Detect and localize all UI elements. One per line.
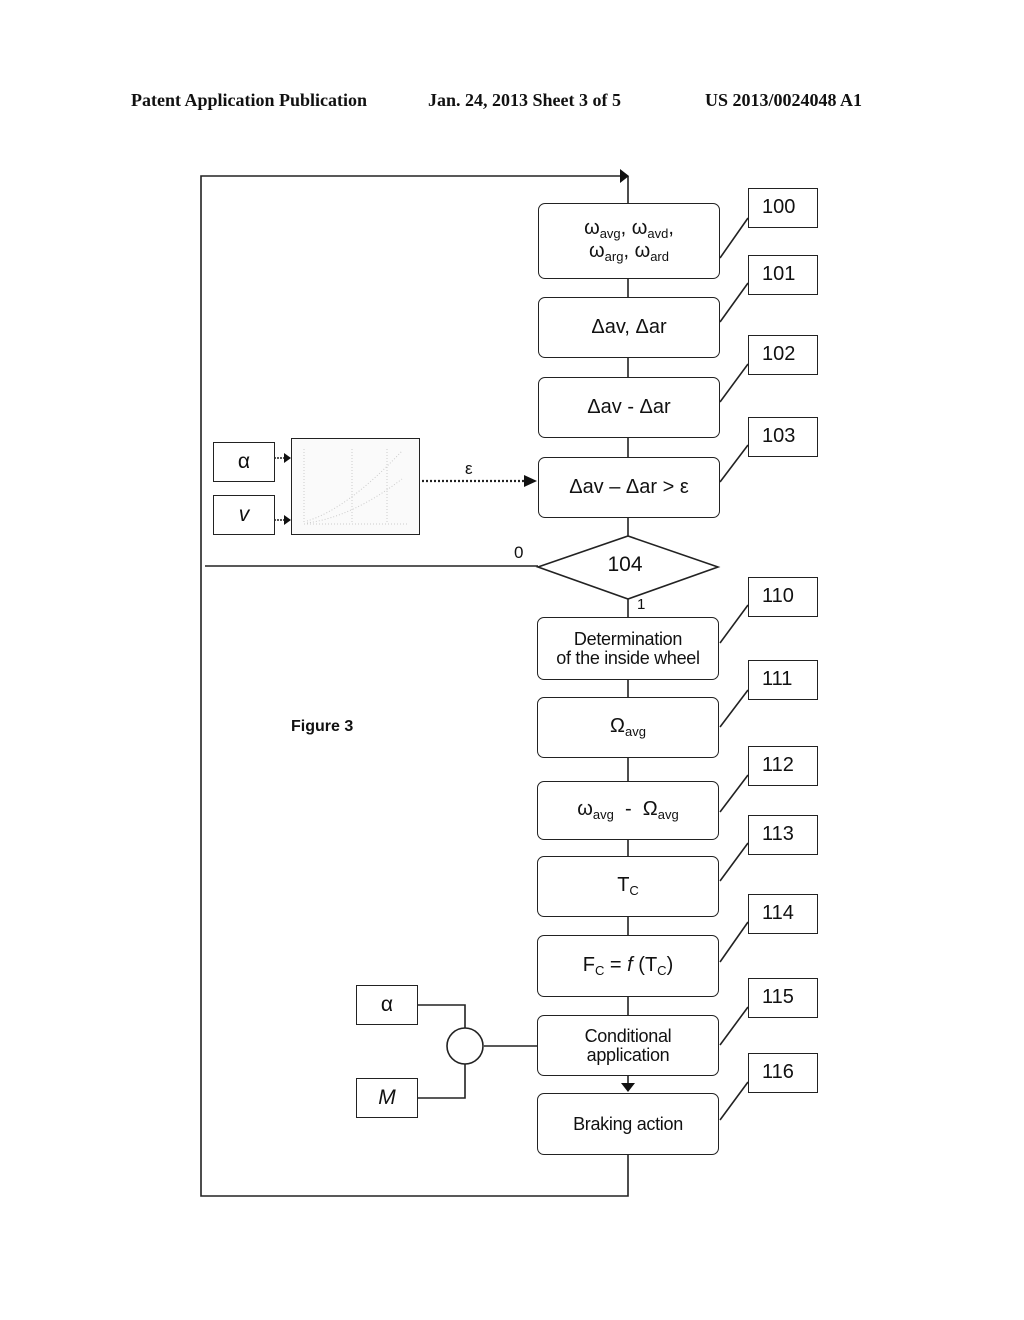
omega-symbol: ω	[584, 217, 600, 240]
map-sketch-icon	[303, 449, 407, 525]
step-115-line2: application	[586, 1044, 670, 1065]
step-116-braking-action: Braking action	[537, 1093, 719, 1155]
step-113-torque: TC	[537, 856, 719, 917]
step-114-force-function: FC = f (TC)	[537, 935, 719, 997]
omega-symbol: ω	[577, 798, 593, 821]
equals: =	[604, 953, 628, 976]
ref-101: 101	[748, 255, 818, 295]
sub-c: C	[629, 883, 639, 899]
step-115-conditional-application: Conditional application	[537, 1015, 719, 1076]
sub-avg: avg	[592, 807, 614, 823]
Omega-symbol: Ω	[610, 715, 625, 738]
threshold-map-graph	[291, 438, 420, 535]
ref-116: 116	[748, 1053, 818, 1093]
step-110-line2: of the inside wheel	[556, 647, 700, 668]
input-v-map: v	[213, 495, 275, 535]
step-115-line1: Conditional	[584, 1025, 672, 1046]
flow-connectors	[200, 169, 749, 1197]
ref-102: 102	[748, 335, 818, 375]
sub-ard: ard	[650, 249, 669, 264]
comma: ,	[620, 217, 627, 240]
step-102-delta-difference: Δav - Δar	[538, 377, 720, 438]
step-112-speed-difference: ωavg - Ωavg	[537, 781, 719, 840]
input-alpha-map: α	[213, 442, 275, 482]
step-101-deltas: Δav, Δar	[538, 297, 720, 358]
Omega-symbol: Ω	[642, 798, 658, 821]
omega-symbol: ω	[634, 240, 651, 262]
ref-115: 115	[748, 978, 818, 1018]
epsilon-label: ε	[465, 459, 473, 478]
ref-112: 112	[748, 746, 818, 786]
ref-100: 100	[748, 188, 818, 228]
figure-label: Figure 3	[291, 718, 354, 735]
T-symbol: T	[617, 874, 630, 897]
omega-symbol: ω	[589, 240, 605, 262]
T-symbol: T	[644, 953, 658, 976]
step-100-wheel-speeds: ωavg, ωavd, ωarg, ωard	[538, 203, 720, 279]
ref-111: 111	[748, 660, 818, 700]
ref-114: 114	[748, 894, 818, 934]
sub-arg: arg	[604, 249, 624, 264]
sub-c: C	[594, 962, 605, 978]
input-M-combine: M	[356, 1078, 418, 1118]
open-paren: (	[632, 953, 645, 976]
minus: -	[625, 798, 632, 821]
input-alpha-combine: α	[356, 985, 418, 1025]
sub-c: C	[657, 962, 667, 978]
close-paren: )	[666, 953, 674, 976]
sub-avg: avg	[624, 724, 646, 740]
sub-avd: avd	[647, 226, 669, 242]
ref-110: 110	[748, 577, 818, 617]
sub-avg: avg	[657, 807, 679, 823]
step-110-line1: Determination	[573, 628, 683, 649]
decision-104-label: 104	[607, 553, 643, 576]
comma: ,	[668, 217, 674, 240]
omega-symbol: ω	[631, 217, 648, 240]
step-110-inside-wheel: Determination of the inside wheel	[537, 617, 719, 680]
ref-103: 103	[748, 417, 818, 457]
branch-yes-label: 1	[637, 596, 646, 613]
F-symbol: F	[582, 953, 595, 976]
step-103-threshold-compare: Δav – Δar > ε	[538, 457, 720, 518]
comma: ,	[623, 240, 629, 262]
ref-113: 113	[748, 815, 818, 855]
step-111-omega-avg: Ωavg	[537, 697, 719, 758]
branch-no-label: 0	[514, 543, 524, 562]
